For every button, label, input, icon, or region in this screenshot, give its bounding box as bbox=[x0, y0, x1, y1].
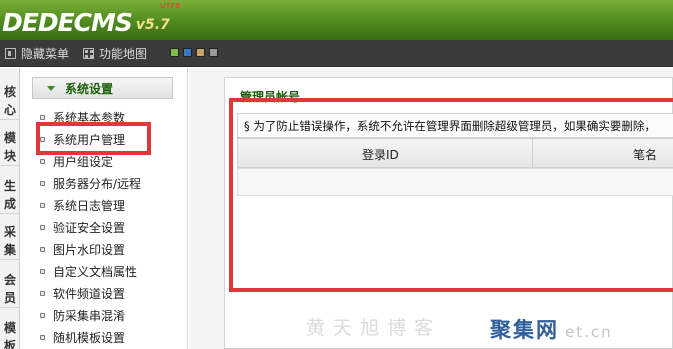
watermark-text: 黄 天 旭 博 客 bbox=[306, 317, 435, 339]
nav-tab-core[interactable]: 核 心 bbox=[0, 83, 20, 120]
bullet-icon bbox=[40, 180, 45, 186]
function-map-button[interactable]: 功能地图 bbox=[83, 45, 147, 62]
sidebar-item-label: 验证安全设置 bbox=[53, 220, 126, 235]
bullet-icon bbox=[40, 290, 45, 296]
bullet-icon bbox=[40, 202, 45, 208]
version-badge: UTF8 bbox=[160, 2, 181, 10]
nav-tab-collect[interactable]: 采 集 bbox=[0, 223, 20, 260]
sidebar-item-label: 系统用户管理 bbox=[53, 132, 126, 147]
main-content: 管理员帐号 § 为了防止错误操作，系统不允许在管理界面删除超级管理员，如果确实要… bbox=[189, 68, 673, 349]
sidebar-item-security[interactable]: 验证安全设置 bbox=[40, 218, 125, 236]
header-bar: DEDECMS v5.7 UTF8 bbox=[0, 0, 673, 40]
sidebar-item-label: 用户组设定 bbox=[53, 154, 114, 169]
watermark-brand: 聚集网 et.cn bbox=[490, 314, 613, 344]
sidebar-item-label: 系统日志管理 bbox=[53, 198, 126, 213]
watermark-brand-name: 聚集网 bbox=[490, 318, 559, 342]
module-nav: 核 心 模 块 生 成 采 集 会 员 模 板 bbox=[0, 68, 20, 349]
admin-accounts-panel: 管理员帐号 § 为了防止错误操作，系统不允许在管理界面删除超级管理员，如果确实要… bbox=[224, 77, 673, 349]
notice-text: § 为了防止错误操作，系统不允许在管理界面删除超级管理员，如果确实要删除， bbox=[237, 113, 673, 138]
sidebar-item-label: 服务器分布/远程 bbox=[53, 176, 142, 191]
dedecms-logo: DEDECMS v5.7 bbox=[2, 4, 170, 38]
menu-icon bbox=[5, 48, 16, 59]
table-header: 登录ID 笔名 bbox=[237, 138, 673, 168]
nav-tab-templates[interactable]: 模 板 bbox=[0, 319, 20, 349]
sidebar-item-system-log[interactable]: 系统日志管理 bbox=[40, 196, 125, 214]
column-header-login-id: 登录ID bbox=[362, 148, 399, 162]
sidebar-item-server-remote[interactable]: 服务器分布/远程 bbox=[40, 174, 141, 192]
bullet-icon bbox=[40, 114, 45, 120]
sidebar-item-label: 软件频道设置 bbox=[53, 286, 126, 301]
skin-swatch-tan[interactable] bbox=[196, 48, 205, 57]
sidebar-item-watermark[interactable]: 图片水印设置 bbox=[40, 240, 125, 258]
sidebar-item-label: 自定义文档属性 bbox=[53, 264, 138, 279]
sidebar: 系统设置 系统基本参数 系统用户管理 用户组设定 服务器分布/远程 系统日志管理… bbox=[22, 68, 188, 349]
function-map-label: 功能地图 bbox=[99, 47, 148, 61]
chevron-down-icon bbox=[47, 85, 55, 91]
sidebar-item-user-groups[interactable]: 用户组设定 bbox=[40, 152, 113, 170]
skin-swatch-green[interactable] bbox=[170, 48, 179, 57]
sidebar-item-label: 系统基本参数 bbox=[53, 110, 126, 125]
hide-menu-button[interactable]: 隐藏菜单 bbox=[5, 45, 69, 62]
sidebar-section-title: 系统设置 bbox=[65, 81, 114, 96]
column-header-pen-name: 笔名 bbox=[633, 148, 658, 162]
watermark-suffix: et.cn bbox=[565, 323, 613, 341]
table-row bbox=[237, 168, 673, 196]
nav-tab-modules[interactable]: 模 块 bbox=[0, 129, 20, 166]
sidebar-item-software-channel[interactable]: 软件频道设置 bbox=[40, 284, 125, 302]
sidebar-item-doc-attributes[interactable]: 自定义文档属性 bbox=[40, 262, 137, 280]
sidebar-item-label: 随机模板设置 bbox=[53, 330, 126, 345]
sidebar-item-label: 图片水印设置 bbox=[53, 242, 126, 257]
logo-version: v5.7 bbox=[135, 17, 170, 33]
hide-menu-label: 隐藏菜单 bbox=[21, 47, 70, 61]
page-title: 管理员帐号 bbox=[240, 90, 301, 104]
skin-swatch-blue[interactable] bbox=[183, 48, 192, 57]
sidebar-item-anti-collect[interactable]: 防采集串混淆 bbox=[40, 306, 125, 324]
top-toolbar: 隐藏菜单 功能地图 bbox=[0, 40, 673, 67]
sidebar-section-header[interactable]: 系统设置 bbox=[32, 77, 173, 99]
bullet-icon bbox=[40, 334, 45, 340]
sidebar-item-label: 防采集串混淆 bbox=[53, 308, 126, 323]
skin-swatch-gray[interactable] bbox=[209, 48, 218, 57]
app-window: DEDECMS v5.7 UTF8 隐藏菜单 功能地图 核 心 模 块 生 成 … bbox=[0, 0, 673, 349]
sidebar-item-basic-params[interactable]: 系统基本参数 bbox=[40, 108, 125, 126]
sidebar-item-random-template[interactable]: 随机模板设置 bbox=[40, 328, 125, 346]
nav-tab-generate[interactable]: 生 成 bbox=[0, 177, 20, 214]
bullet-icon bbox=[40, 136, 45, 142]
bullet-icon bbox=[40, 268, 45, 274]
logo-text: DEDECMS bbox=[2, 8, 133, 37]
bullet-icon bbox=[40, 224, 45, 230]
grid-map-icon bbox=[83, 48, 94, 59]
nav-tab-members[interactable]: 会 员 bbox=[0, 271, 20, 308]
bullet-icon bbox=[40, 312, 45, 318]
bullet-icon bbox=[40, 246, 45, 252]
sidebar-item-user-management[interactable]: 系统用户管理 bbox=[40, 130, 125, 148]
bullet-icon bbox=[40, 158, 45, 164]
column-divider bbox=[532, 139, 533, 167]
